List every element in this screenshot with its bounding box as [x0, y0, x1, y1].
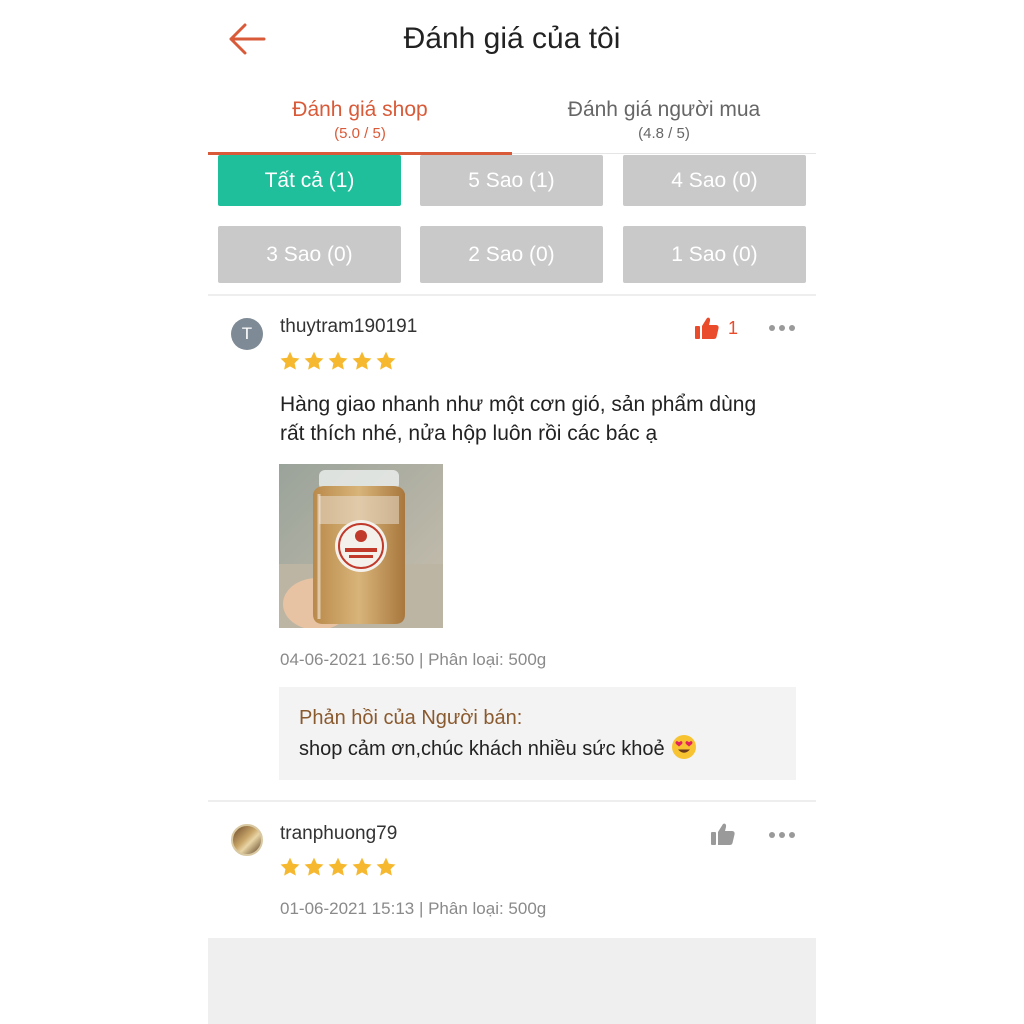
more-options-button[interactable]	[769, 830, 799, 840]
tab-label: Đánh giá shop	[292, 98, 428, 121]
app-screen: Đánh giá của tôi Đánh giá shop (5.0 / 5)…	[208, 0, 816, 1024]
star-icon	[352, 351, 372, 370]
tab-rating: (4.8 / 5)	[638, 125, 690, 142]
review-item: tranphuong79 01-06-2021 15:13 | Phân loạ…	[208, 802, 816, 938]
list-footer-area	[208, 938, 816, 1024]
thumbs-up-icon	[695, 317, 719, 339]
more-dot	[779, 832, 785, 838]
star-icon	[376, 857, 396, 876]
tab-buyer-reviews[interactable]: Đánh giá người mua (4.8 / 5)	[512, 90, 816, 154]
seller-reply-title: Phản hồi của Người bán:	[299, 707, 523, 729]
review-item: T thuytram190191 1 Hàng giao nhanh như m…	[208, 296, 816, 800]
like-button[interactable]	[710, 822, 736, 846]
star-icon	[304, 351, 324, 370]
like-count: 1	[728, 317, 739, 338]
heart-eyes-emoji-icon	[671, 735, 696, 759]
filter-1-star[interactable]: 1 Sao (0)	[623, 226, 806, 283]
filter-4-stars[interactable]: 4 Sao (0)	[623, 155, 806, 206]
tab-label: Đánh giá người mua	[567, 98, 761, 121]
page-title: Đánh giá của tôi	[403, 22, 621, 55]
reviewer-name[interactable]: thuytram190191	[280, 316, 417, 338]
reviewer-name[interactable]: tranphuong79	[280, 823, 397, 845]
star-icon	[376, 351, 396, 370]
more-dot	[779, 325, 785, 331]
seller-reply-body: shop cảm ơn,chúc khách nhiều sức khoẻ	[299, 734, 776, 761]
filter-3-stars[interactable]: 3 Sao (0)	[218, 226, 401, 283]
star-icon	[280, 857, 300, 876]
seller-reply-text: shop cảm ơn,chúc khách nhiều sức khoẻ	[299, 738, 665, 760]
review-meta: 01-06-2021 15:13 | Phân loại: 500g	[280, 899, 547, 918]
avatar[interactable]	[231, 824, 263, 856]
thumbs-up-icon	[711, 823, 735, 845]
avatar[interactable]: T	[231, 318, 263, 350]
filter-2-stars[interactable]: 2 Sao (0)	[420, 226, 603, 283]
star-icon	[304, 857, 324, 876]
product-jar-image	[279, 464, 443, 628]
star-icon	[328, 351, 348, 370]
header: Đánh giá của tôi	[208, 0, 816, 80]
review-tabs: Đánh giá shop (5.0 / 5) Đánh giá người m…	[208, 90, 816, 155]
more-dot	[769, 832, 775, 838]
more-dot	[769, 325, 775, 331]
seller-reply: Phản hồi của Người bán: shop cảm ơn,chúc…	[279, 687, 796, 780]
review-comment: Hàng giao nhanh như một cơn gió, sản phẩ…	[280, 393, 757, 445]
more-options-button[interactable]	[769, 323, 799, 333]
like-button[interactable]: 1	[694, 316, 738, 340]
rating-stars	[279, 350, 397, 372]
star-icon	[328, 857, 348, 876]
star-icon	[280, 351, 300, 370]
review-meta: 04-06-2021 16:50 | Phân loại: 500g	[280, 650, 547, 669]
filter-all[interactable]: Tất cả (1)	[218, 155, 401, 206]
more-dot	[789, 832, 795, 838]
rating-stars	[279, 856, 397, 878]
more-dot	[789, 325, 795, 331]
star-icon	[352, 857, 372, 876]
tab-rating: (5.0 / 5)	[334, 125, 386, 142]
filter-5-stars[interactable]: 5 Sao (1)	[420, 155, 603, 206]
tab-shop-reviews[interactable]: Đánh giá shop (5.0 / 5)	[208, 90, 512, 155]
review-photo[interactable]	[279, 464, 443, 628]
